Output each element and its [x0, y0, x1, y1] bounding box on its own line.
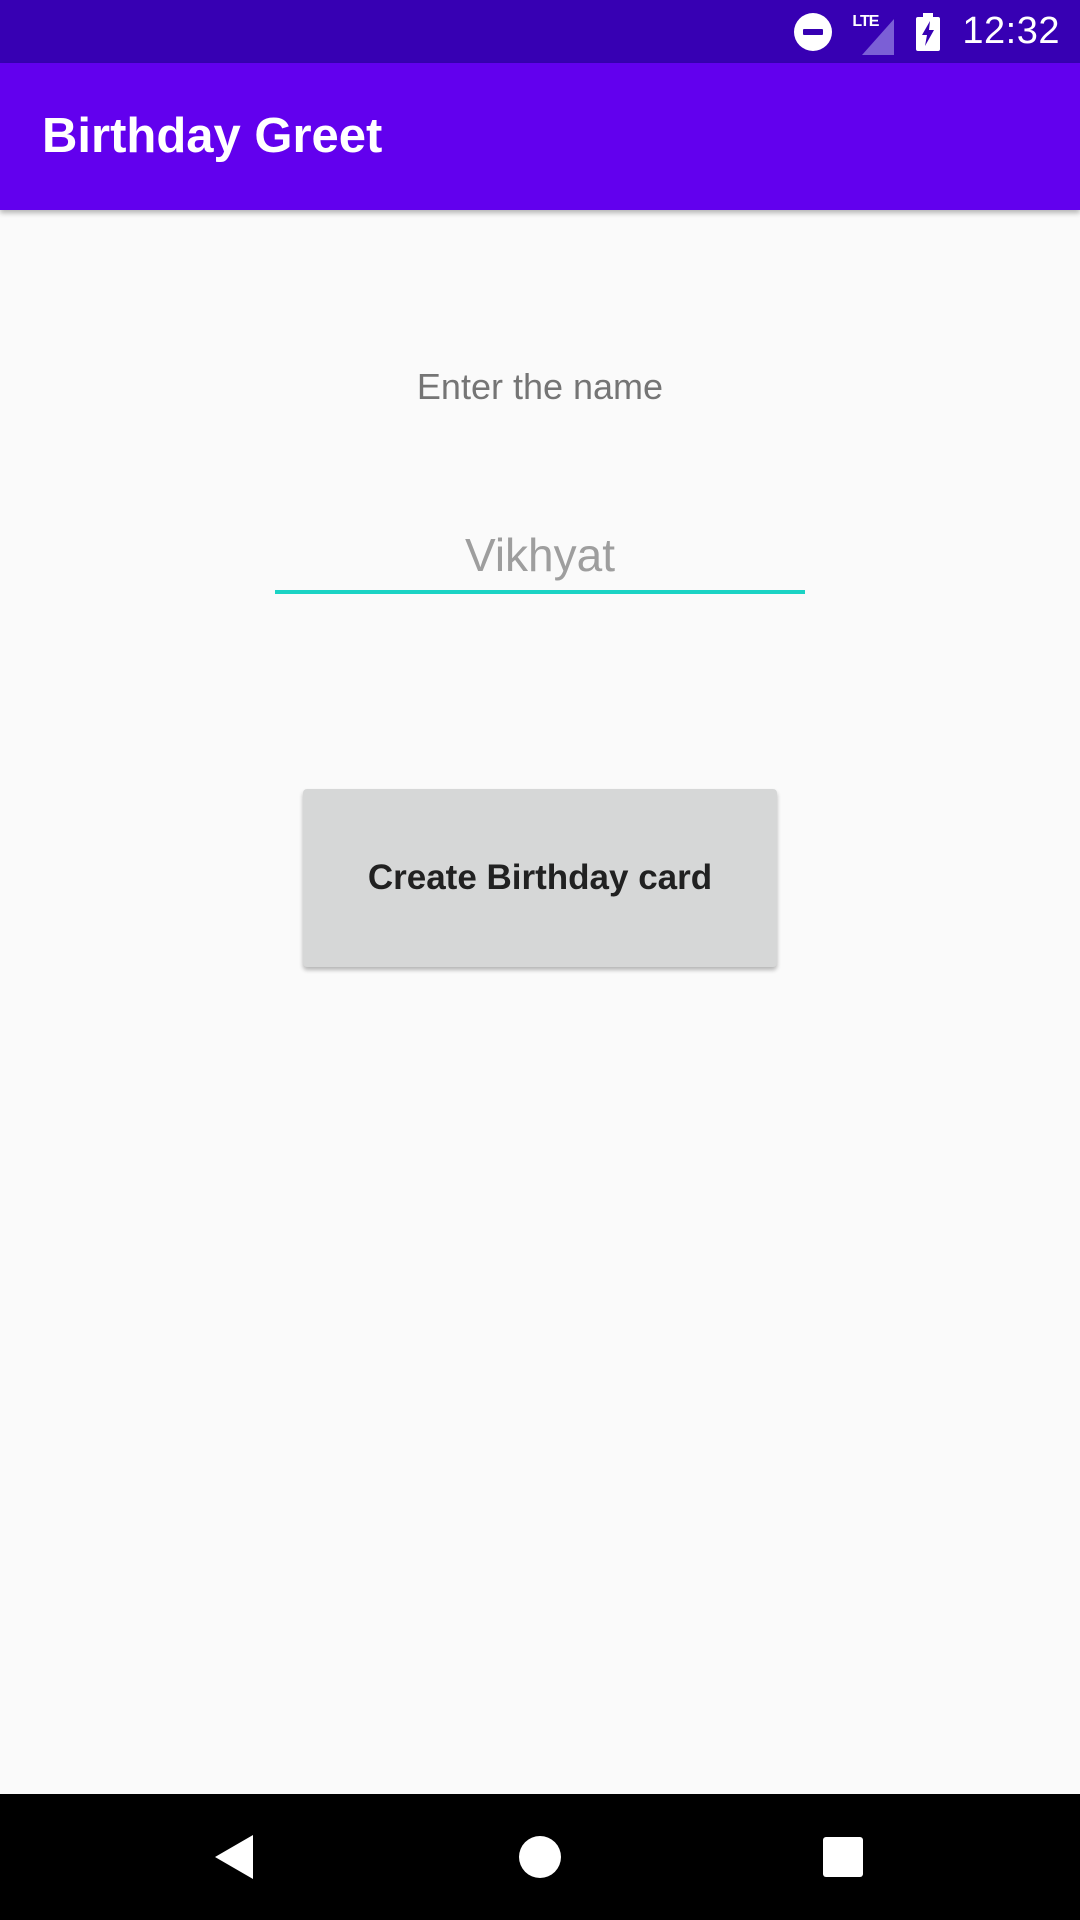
home-icon — [519, 1836, 561, 1878]
app-bar: Birthday Greet — [0, 63, 1080, 210]
app-title: Birthday Greet — [42, 109, 383, 163]
back-button[interactable] — [172, 1794, 298, 1920]
battery-charging-icon — [916, 12, 941, 51]
status-clock: 12:32 — [962, 10, 1060, 52]
status-bar: LTE 12:32 — [0, 0, 1080, 63]
status-icons: LTE 12:32 — [794, 0, 1060, 63]
home-button[interactable] — [477, 1794, 603, 1920]
name-input[interactable] — [275, 520, 805, 594]
create-birthday-card-button[interactable]: Create Birthday card — [303, 789, 777, 967]
do-not-disturb-icon — [794, 12, 833, 51]
navigation-bar — [0, 1794, 1080, 1920]
recents-button[interactable] — [780, 1794, 906, 1920]
app-screen: LTE 12:32 Birthday Greet Enter the name … — [0, 0, 1080, 1920]
lte-signal-icon: LTE — [852, 7, 898, 57]
name-prompt-label: Enter the name — [416, 366, 664, 407]
recents-icon — [823, 1837, 863, 1877]
back-icon — [215, 1835, 253, 1879]
